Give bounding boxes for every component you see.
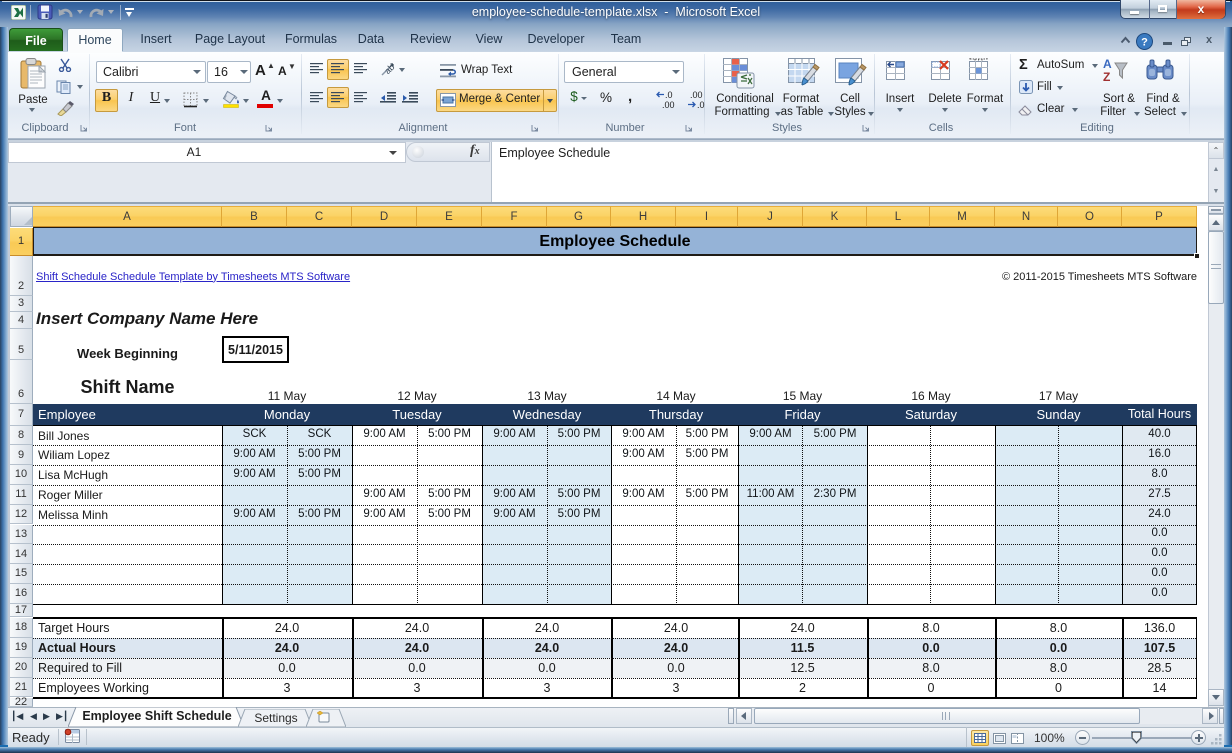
svg-text:.0: .0 <box>665 90 673 100</box>
svg-text:?: ? <box>1141 37 1148 49</box>
svg-text:A: A <box>1103 57 1112 71</box>
svg-text:Z: Z <box>1103 70 1110 84</box>
svg-text:.00: .00 <box>662 100 675 109</box>
svg-text:ab: ab <box>382 62 396 76</box>
